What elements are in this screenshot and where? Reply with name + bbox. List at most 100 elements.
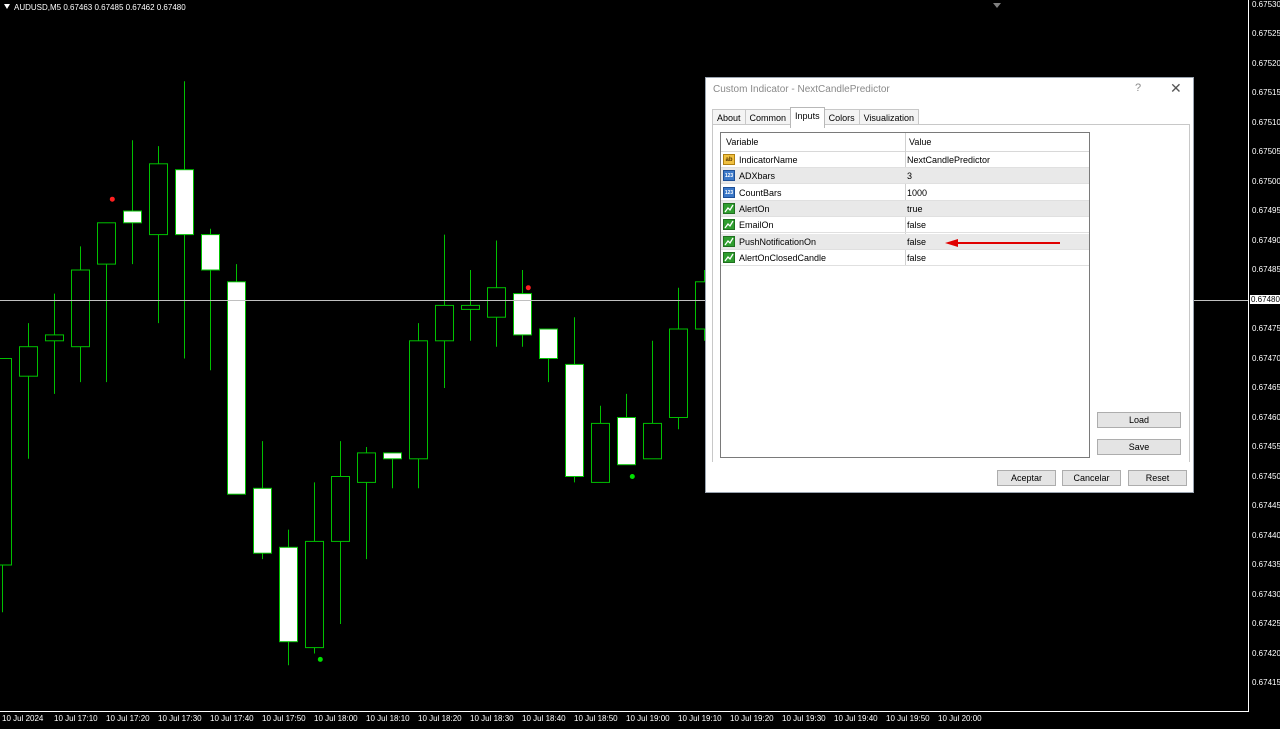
bear-candle xyxy=(617,417,636,466)
bull-candle xyxy=(591,422,610,483)
input-row[interactable]: AlertOnClosedCandle false xyxy=(721,250,1089,266)
integer-type-icon: 123 xyxy=(723,186,735,198)
time-tick-label: 10 Jul 19:40 xyxy=(834,714,878,723)
bull-candle xyxy=(45,334,64,342)
variable-value[interactable]: true xyxy=(907,204,923,214)
bull-candle xyxy=(643,422,662,460)
time-tick-label: 10 Jul 18:50 xyxy=(574,714,618,723)
variable-value[interactable]: false xyxy=(907,220,926,230)
close-icon[interactable]: ✕ xyxy=(1170,80,1182,97)
price-tick-label: 0.67420 xyxy=(1252,648,1280,658)
variable-name: IndicatorName xyxy=(739,155,798,165)
bear-candle xyxy=(175,169,194,236)
price-tick-label: 0.67470 xyxy=(1252,353,1280,363)
variable-name: EmailOn xyxy=(739,220,774,231)
current-price-label: 0.67480 xyxy=(1250,294,1280,304)
cancel-button[interactable]: Cancelar xyxy=(1062,470,1121,486)
variable-value[interactable]: false xyxy=(907,253,926,263)
variable-name: PushNotificationOn xyxy=(739,236,817,247)
time-tick-label: 10 Jul 17:20 xyxy=(106,714,150,723)
price-tick-label: 0.67450 xyxy=(1252,471,1280,481)
input-row[interactable]: PushNotificationOn false xyxy=(721,233,1089,250)
bull-candle xyxy=(435,304,454,342)
variable-name: ADXbars xyxy=(739,171,776,182)
save-button[interactable]: Save xyxy=(1097,439,1181,455)
price-tick-label: 0.67440 xyxy=(1252,530,1280,540)
bull-candle xyxy=(97,222,116,265)
bull-candle xyxy=(71,269,90,348)
time-tick-label: 10 Jul 20:00 xyxy=(938,714,982,723)
price-tick-label: 0.67435 xyxy=(1252,560,1280,569)
price-tick-label: 0.67505 xyxy=(1252,147,1280,156)
variable-name: AlertOnClosedCandle xyxy=(739,252,827,263)
time-tick-label: 10 Jul 19:20 xyxy=(730,714,774,723)
reset-button[interactable]: Reset xyxy=(1128,470,1187,486)
load-button[interactable]: Load xyxy=(1097,412,1181,428)
time-tick-label: 10 Jul 18:20 xyxy=(418,714,462,723)
bull-candle xyxy=(0,358,12,566)
price-tick-label: 0.67515 xyxy=(1252,88,1280,97)
price-axis[interactable]: 0.67530 0.67525 0.67520 0.67515 0.67510 0.675… xyxy=(1248,0,1280,712)
price-tick-label: 0.67455 xyxy=(1252,442,1280,451)
column-header-variable[interactable]: Variable xyxy=(726,137,758,147)
bull-candle xyxy=(487,287,506,318)
tab-bar: About Common Inputs Colors Visualization xyxy=(712,107,919,128)
down-signal-dot xyxy=(525,285,531,291)
bear-candle xyxy=(383,452,402,460)
input-row[interactable]: 123 CountBars 1000 xyxy=(721,185,1089,201)
bear-candle xyxy=(565,363,584,477)
down-signal-dot xyxy=(109,196,115,202)
time-tick-label: 10 Jul 18:10 xyxy=(366,714,410,723)
price-tick-label: 0.67415 xyxy=(1252,678,1280,687)
price-tick-label: 0.67500 xyxy=(1252,176,1280,186)
string-type-icon: ab xyxy=(723,154,735,165)
variable-value[interactable]: false xyxy=(907,237,926,247)
input-row[interactable]: ab IndicatorName NextCandlePredictor xyxy=(721,152,1089,168)
bull-candle xyxy=(305,540,324,649)
bull-candle xyxy=(409,340,428,460)
variable-value[interactable]: 3 xyxy=(907,171,912,181)
help-icon[interactable]: ? xyxy=(1135,82,1141,94)
input-row[interactable]: EmailOn false xyxy=(721,217,1089,234)
tab-inputs[interactable]: Inputs xyxy=(790,107,825,128)
bull-candle xyxy=(149,163,168,236)
time-tick-label: 10 Jul 17:10 xyxy=(54,714,98,723)
variable-name: CountBars xyxy=(739,187,782,198)
bear-candle xyxy=(253,487,272,554)
ok-button[interactable]: Aceptar xyxy=(997,470,1056,486)
price-tick-label: 0.67490 xyxy=(1252,235,1280,245)
time-tick-label: 10 Jul 17:50 xyxy=(262,714,306,723)
price-tick-label: 0.67465 xyxy=(1252,383,1280,392)
price-tick-label: 0.67530 xyxy=(1252,0,1280,9)
inputs-grid: Variable Value ab IndicatorName NextCandle… xyxy=(720,132,1090,458)
triangle-down-icon xyxy=(4,4,10,9)
bear-candle xyxy=(227,281,246,495)
column-header-value[interactable]: Value xyxy=(909,137,931,147)
price-tick-label: 0.67430 xyxy=(1252,589,1280,599)
time-tick-label: 10 Jul 2024 xyxy=(2,714,44,723)
chart-symbol-info: AUDUSD,M5 0.67463 0.67485 0.67462 0.6748… xyxy=(4,3,186,12)
boolean-chart-icon xyxy=(723,219,735,231)
bear-candle xyxy=(279,546,298,643)
variable-value[interactable]: 1000 xyxy=(907,188,927,198)
input-row[interactable]: 123 ADXbars 3 xyxy=(721,168,1089,185)
price-tick-label: 0.67525 xyxy=(1252,29,1280,38)
time-tick-label: 10 Jul 18:00 xyxy=(314,714,358,723)
input-row[interactable]: AlertOn true xyxy=(721,200,1089,217)
bear-candle xyxy=(123,210,142,224)
price-tick-label: 0.67425 xyxy=(1252,619,1280,628)
time-tick-label: 10 Jul 19:00 xyxy=(626,714,670,723)
bear-candle xyxy=(201,234,220,271)
time-tick-label: 10 Jul 19:30 xyxy=(782,714,826,723)
boolean-chart-icon xyxy=(723,235,735,247)
price-tick-label: 0.67445 xyxy=(1252,501,1280,510)
time-tick-label: 10 Jul 18:40 xyxy=(522,714,566,723)
variable-value[interactable]: NextCandlePredictor xyxy=(907,155,990,165)
up-signal-dot xyxy=(317,656,323,662)
bear-candle xyxy=(539,328,558,359)
bull-candle xyxy=(19,346,38,377)
price-tick-label: 0.67475 xyxy=(1252,324,1280,333)
dialog-title: Custom Indicator - NextCandlePredictor xyxy=(713,84,890,95)
boolean-chart-icon xyxy=(723,202,735,214)
up-signal-dot xyxy=(629,474,635,479)
